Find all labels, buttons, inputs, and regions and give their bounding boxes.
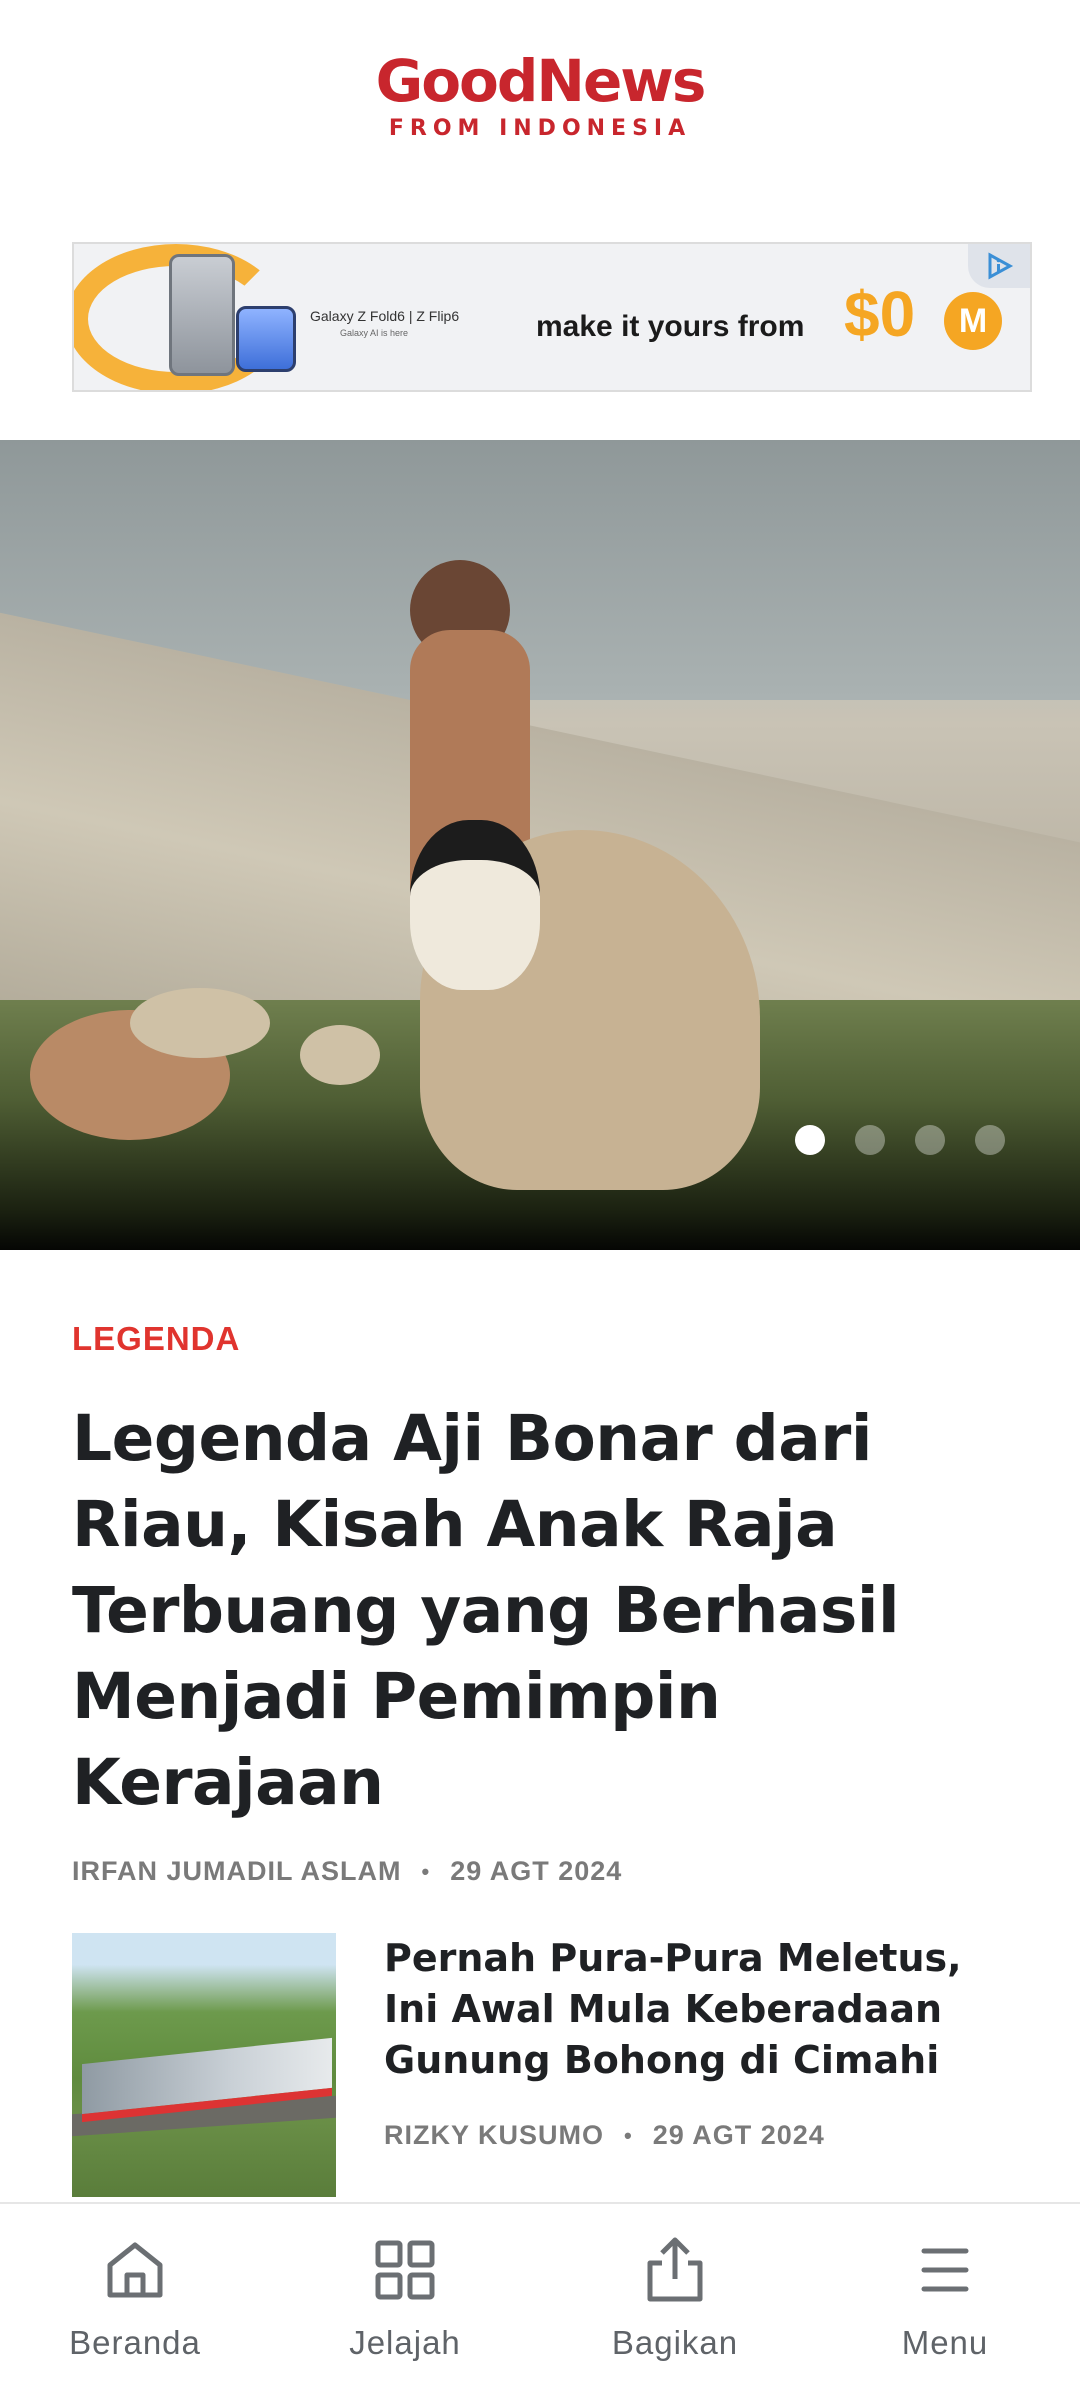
home-icon: [99, 2234, 171, 2306]
ad-product-tagline: Galaxy AI is here: [340, 328, 409, 338]
nav-label: Beranda: [69, 2324, 201, 2361]
ad-price: $0: [844, 278, 916, 350]
site-logo[interactable]: GoodNews FROM INDONESIA: [375, 47, 707, 141]
logo-tagline: FROM INDONESIA: [388, 116, 692, 141]
featured-article[interactable]: LEGENDA Legenda Aji Bonar dari Riau, Kis…: [72, 1320, 1012, 1887]
share-icon: [639, 2234, 711, 2306]
grid-icon: [369, 2234, 441, 2306]
ad-phone-image: [169, 254, 235, 376]
hero-sheep-head: [410, 820, 540, 990]
carousel-dot-4[interactable]: [975, 1125, 1005, 1155]
list-item-meta: RIZKY KUSUMO • 29 AGT 2024: [384, 2120, 1012, 2151]
nav-item-beranda[interactable]: Beranda: [0, 2204, 270, 2400]
list-item[interactable]: Pernah Pura-Pura Meletus, Ini Awal Mula …: [72, 1933, 1012, 2197]
ad-banner[interactable]: Galaxy Z Fold6 | Z Flip6 Galaxy AI is he…: [72, 242, 1032, 392]
menu-icon: [909, 2234, 981, 2306]
nav-item-jelajah[interactable]: Jelajah: [270, 2204, 540, 2400]
carousel-dots: [795, 1125, 1005, 1155]
nav-label: Bagikan: [611, 2324, 739, 2361]
carousel-dot-2[interactable]: [855, 1125, 885, 1155]
list-item-author: RIZKY KUSUMO: [384, 2120, 605, 2150]
article-meta: IRFAN JUMADIL ASLAM • 29 AGT 2024: [72, 1856, 1012, 1887]
article-date: 29 AGT 2024: [450, 1856, 623, 1886]
nav-item-bagikan[interactable]: Bagikan: [540, 2204, 810, 2400]
meta-separator: •: [624, 2122, 633, 2148]
bottom-navigation: Beranda Jelajah Bagikan Menu: [0, 2202, 1080, 2400]
article-thumbnail[interactable]: [72, 1933, 336, 2197]
adchoices-icon[interactable]: [968, 244, 1030, 288]
carousel-dot-3[interactable]: [915, 1125, 945, 1155]
carousel-dot-1[interactable]: [795, 1125, 825, 1155]
article-category[interactable]: LEGENDA: [72, 1320, 1012, 1358]
ad-phone-image: [236, 306, 296, 372]
nav-label: Menu: [901, 2324, 989, 2361]
list-item-date: 29 AGT 2024: [652, 2120, 825, 2150]
logo-wordmark: GoodNews: [375, 47, 707, 115]
list-item-title[interactable]: Pernah Pura-Pura Meletus, Ini Awal Mula …: [384, 1933, 1012, 2086]
hero-sheep: [130, 988, 270, 1058]
article-headline[interactable]: Legenda Aji Bonar dari Riau, Kisah Anak …: [72, 1396, 1012, 1826]
ad-product-name: Galaxy Z Fold6 | Z Flip6: [310, 308, 460, 324]
article-author: IRFAN JUMADIL ASLAM: [72, 1856, 402, 1886]
list-item-text: Pernah Pura-Pura Meletus, Ini Awal Mula …: [384, 1933, 1012, 2197]
nav-label: Jelajah: [349, 2324, 461, 2361]
hero-sheep: [300, 1025, 380, 1085]
site-header: GoodNews FROM INDONESIA: [0, 0, 1080, 200]
adchoices-icon-glyph: [988, 252, 1014, 280]
nav-item-menu[interactable]: Menu: [810, 2204, 1080, 2400]
meta-separator: •: [421, 1858, 431, 1884]
ad-brand-badge: M: [944, 292, 1002, 350]
ad-headline: make it yours from: [536, 310, 805, 343]
